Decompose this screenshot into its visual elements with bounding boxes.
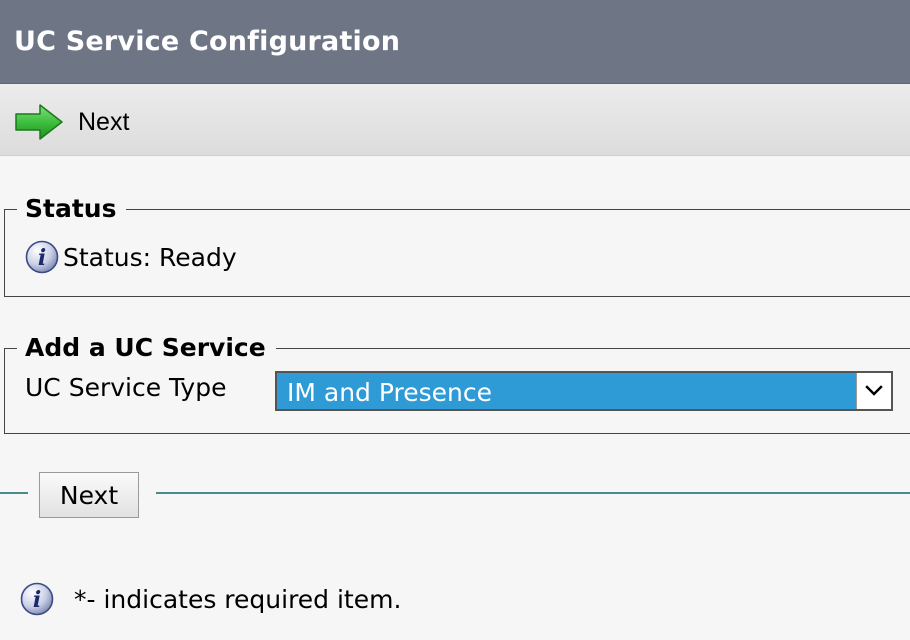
status-fieldset: Status i Status: Ready xyxy=(4,194,910,297)
page: UC Service Configuration Next Status i S… xyxy=(0,0,910,640)
svg-text:i: i xyxy=(38,245,46,271)
required-note-text: *- indicates required item. xyxy=(74,584,402,614)
dropdown-toggle[interactable] xyxy=(856,373,891,409)
add-uc-service-fieldset: Add a UC Service UC Service Type IM and … xyxy=(4,333,910,434)
info-icon: i xyxy=(20,582,54,616)
title-bar: UC Service Configuration xyxy=(0,0,910,84)
status-row: i Status: Ready xyxy=(25,240,237,274)
status-legend: Status xyxy=(17,194,127,224)
page-title: UC Service Configuration xyxy=(14,26,401,57)
next-button[interactable]: Next xyxy=(39,472,139,518)
green-arrow-right-icon xyxy=(15,104,63,140)
toolbar-next-button[interactable]: Next xyxy=(14,102,129,142)
svg-text:i: i xyxy=(33,587,41,613)
status-text: Status: Ready xyxy=(63,242,237,272)
toolbar-next-label: Next xyxy=(78,107,130,136)
toolbar: Next xyxy=(0,84,910,156)
chevron-down-icon xyxy=(865,385,883,396)
divider-right xyxy=(156,492,910,494)
divider-left xyxy=(0,492,28,494)
uc-service-type-value: IM and Presence xyxy=(287,378,492,407)
info-icon: i xyxy=(25,240,59,274)
add-uc-service-legend: Add a UC Service xyxy=(17,333,276,363)
uc-service-type-label: UC Service Type xyxy=(25,373,227,402)
uc-service-type-select[interactable]: IM and Presence xyxy=(275,371,893,411)
required-note: i *- indicates required item. xyxy=(20,582,401,616)
